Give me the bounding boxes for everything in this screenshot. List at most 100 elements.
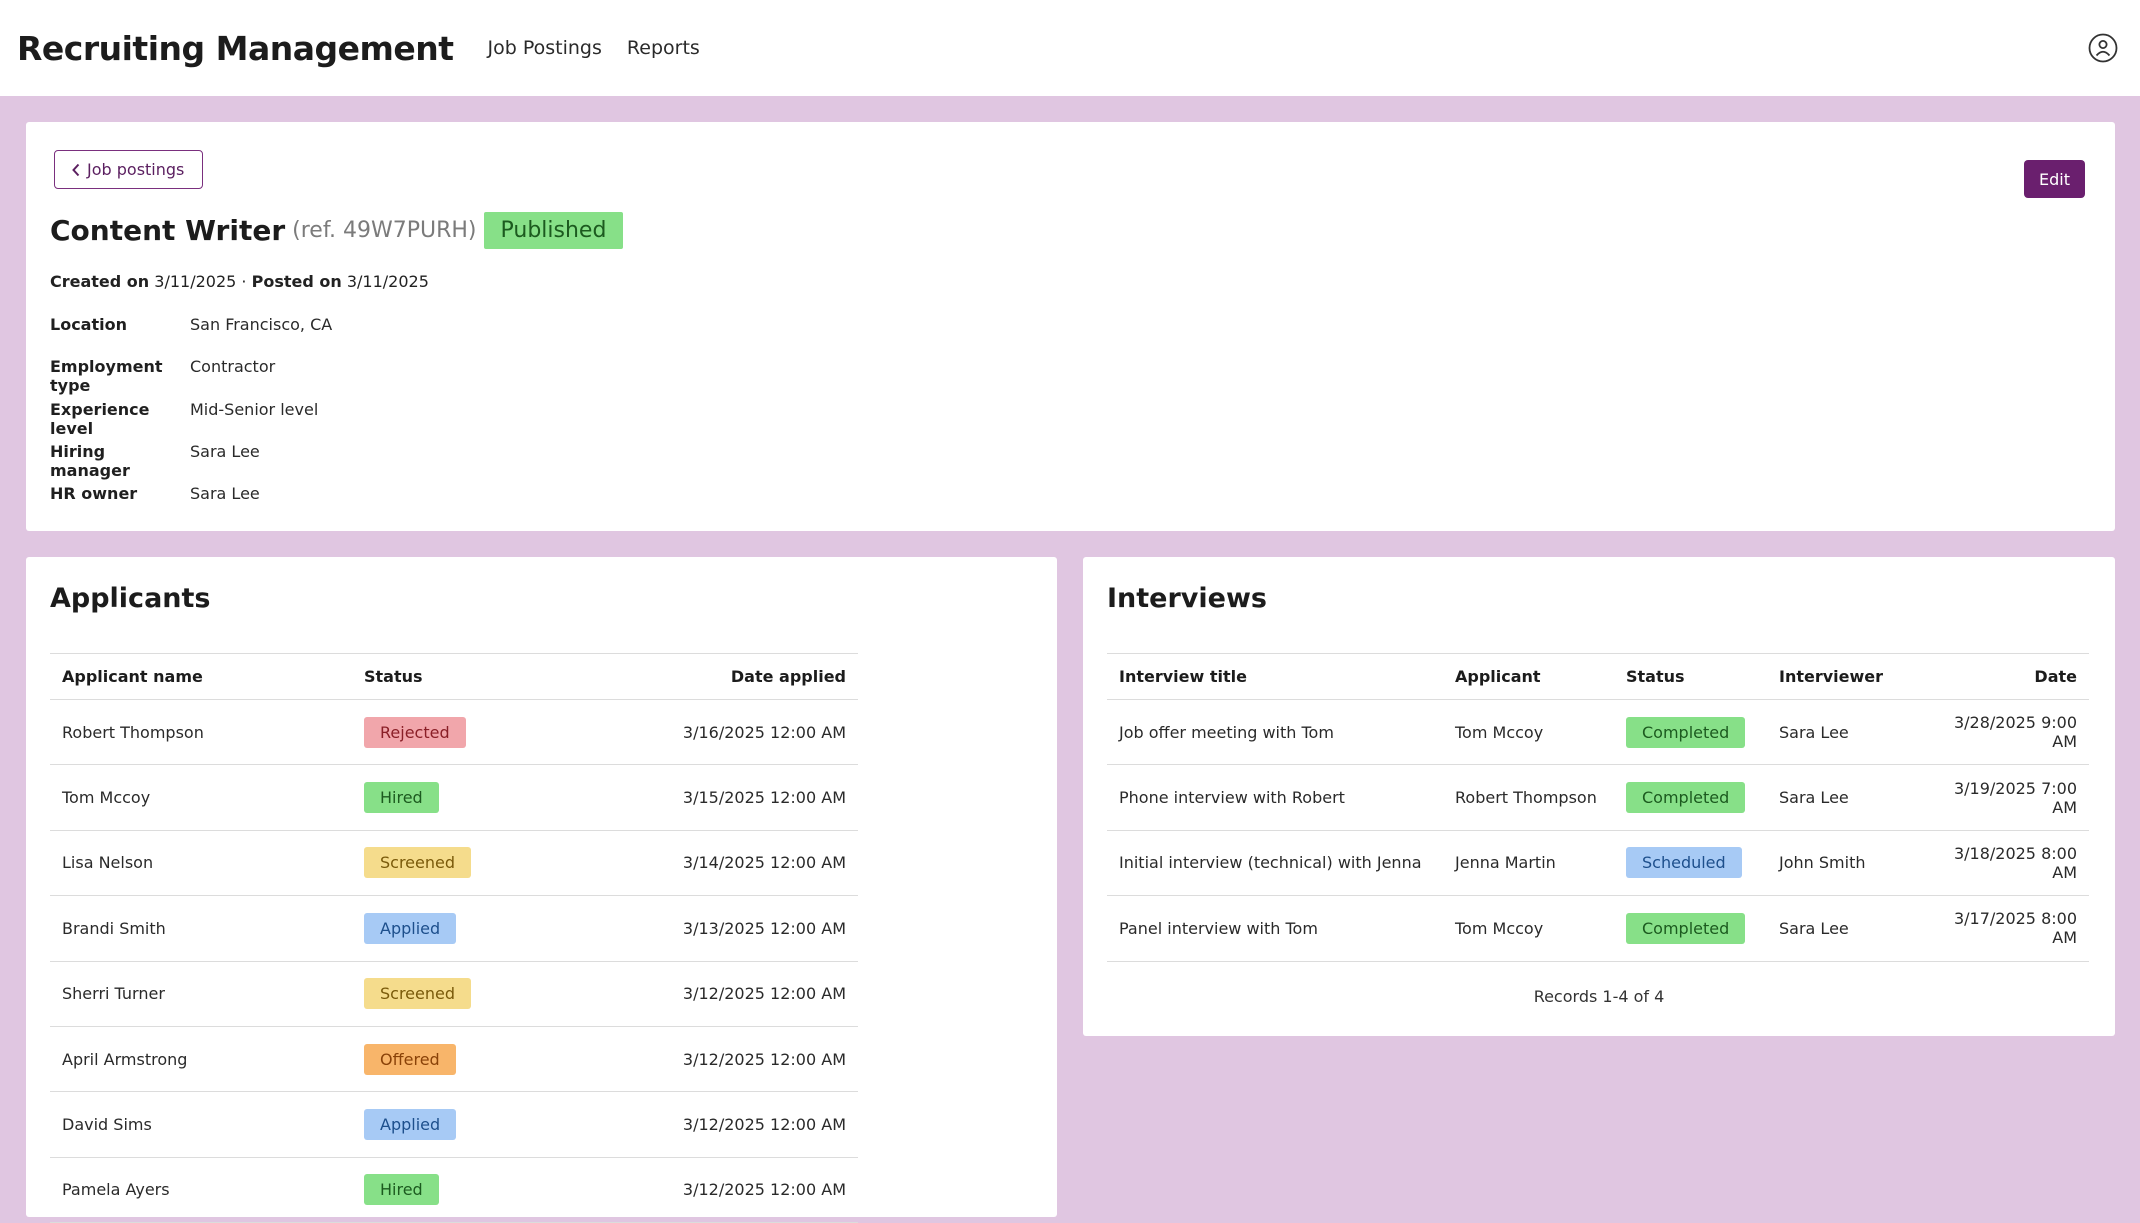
job-heading: Content Writer (ref. 49W7PURH) Published: [50, 212, 624, 249]
detail-value: Mid-Senior level: [190, 399, 319, 419]
detail-row: Experience level Mid-Senior level: [50, 400, 332, 442]
status-badge: Applied: [364, 912, 457, 944]
table-row[interactable]: Robert Thompson Rejected 3/16/2025 12:00 A…: [50, 699, 858, 766]
job-details-list: Location San Francisco, CA Employment type…: [50, 315, 332, 526]
applicant-name[interactable]: Lisa Nelson: [50, 830, 352, 897]
nav-job-postings[interactable]: Job Postings: [488, 37, 602, 59]
created-date: 3/11/2025: [154, 272, 237, 291]
date-applied: 3/16/2025 12:00 AM: [552, 699, 858, 766]
detail-label: Hiring manager: [50, 441, 130, 480]
status-badge: Screened: [364, 847, 472, 879]
detail-label: Experience level: [50, 399, 150, 438]
applicant-name[interactable]: Tom Mccoy: [50, 764, 352, 831]
table-row[interactable]: Phone interview with Robert Robert Thomps…: [1107, 764, 2089, 831]
interviews-title: Interviews: [1107, 583, 1267, 614]
posted-label: Posted on: [251, 272, 342, 291]
back-button-label: Job postings: [87, 160, 185, 179]
interview-status-cell: Completed: [1614, 764, 1767, 831]
applicant-name[interactable]: David Sims: [50, 1091, 352, 1158]
applicant-status-cell: Applied: [352, 895, 552, 962]
app-title: Recruiting Management: [17, 28, 454, 68]
table-header-row: Interview title Applicant Status Intervi…: [1107, 653, 2089, 700]
table-row[interactable]: Initial interview (technical) with Jenna…: [1107, 830, 2089, 897]
date-applied: 3/12/2025 12:00 AM: [552, 1026, 858, 1093]
detail-value: Sara Lee: [190, 441, 260, 461]
applicant-status-cell: Hired: [352, 764, 552, 831]
applicant-name[interactable]: Robert Thompson: [50, 699, 352, 766]
table-row[interactable]: April Armstrong Offered 3/12/2025 12:00 AM: [50, 1026, 858, 1093]
job-reference: (ref. 49W7PURH): [292, 218, 477, 243]
table-row[interactable]: Brandi Smith Applied 3/13/2025 12:00 AM: [50, 895, 858, 962]
status-badge: Completed: [1626, 782, 1746, 814]
column-header-interview-title[interactable]: Interview title: [1107, 653, 1443, 700]
nav-reports[interactable]: Reports: [627, 37, 700, 59]
interview-title[interactable]: Job offer meeting with Tom: [1107, 699, 1443, 766]
table-row[interactable]: Panel interview with Tom Tom Mccoy Complet…: [1107, 895, 2089, 962]
applicants-table: Applicant name Status Date applied Rober…: [50, 653, 858, 1223]
column-header-status[interactable]: Status: [352, 653, 552, 700]
back-to-job-postings-button[interactable]: Job postings: [54, 150, 204, 189]
applicant-status-cell: Screened: [352, 961, 552, 1027]
column-header-status[interactable]: Status: [1614, 653, 1767, 700]
table-row[interactable]: Job offer meeting with Tom Tom Mccoy Compl…: [1107, 699, 2089, 766]
date-separator: ·: [241, 272, 247, 291]
interview-title[interactable]: Phone interview with Robert: [1107, 764, 1443, 831]
interview-title[interactable]: Initial interview (technical) with Jenna: [1107, 830, 1443, 897]
column-header-date-applied[interactable]: Date applied: [552, 653, 858, 700]
detail-value: Contractor: [190, 357, 276, 377]
detail-label: Location: [50, 315, 127, 334]
table-row[interactable]: David Sims Applied 3/12/2025 12:00 AM: [50, 1091, 858, 1158]
applicant-name[interactable]: Sherri Turner: [50, 961, 352, 1027]
interview-date: 3/19/2025 7:00 AM: [1923, 764, 2089, 831]
detail-row: HR owner Sara Lee: [50, 484, 332, 526]
detail-value: Sara Lee: [190, 484, 260, 504]
date-applied: 3/12/2025 12:00 AM: [552, 961, 858, 1027]
interviewer: Sara Lee: [1767, 764, 1923, 831]
interviewer: Sara Lee: [1767, 699, 1923, 766]
status-badge: Applied: [364, 1109, 457, 1141]
interview-title[interactable]: Panel interview with Tom: [1107, 895, 1443, 962]
applicant-name[interactable]: April Armstrong: [50, 1026, 352, 1093]
table-row[interactable]: Sherri Turner Screened 3/12/2025 12:00 AM: [50, 961, 858, 1027]
interview-date: 3/18/2025 8:00 AM: [1923, 830, 2089, 897]
applicant-status-cell: Screened: [352, 830, 552, 897]
status-badge: Hired: [364, 782, 439, 814]
detail-label: Employment type: [50, 357, 163, 396]
interviews-card: Interviews Interview title Applicant Sta…: [1083, 557, 2115, 1036]
date-applied: 3/12/2025 12:00 AM: [552, 1157, 858, 1223]
applicant-name[interactable]: Pamela Ayers: [50, 1157, 352, 1223]
table-row[interactable]: Lisa Nelson Screened 3/14/2025 12:00 AM: [50, 830, 858, 897]
applicant-name[interactable]: Brandi Smith: [50, 895, 352, 962]
table-row[interactable]: Pamela Ayers Hired 3/12/2025 12:00 AM: [50, 1157, 858, 1223]
interviews-table: Interview title Applicant Status Intervi…: [1107, 653, 2089, 962]
status-badge: Scheduled: [1626, 847, 1742, 879]
posting-dates: Created on 3/11/2025 · Posted on 3/11/20…: [50, 272, 429, 291]
table-row[interactable]: Tom Mccoy Hired 3/15/2025 12:00 AM: [50, 764, 858, 831]
status-badge: Completed: [1626, 716, 1746, 748]
job-title: Content Writer: [50, 214, 286, 247]
created-label: Created on: [50, 272, 150, 291]
applicant-status-cell: Hired: [352, 1157, 552, 1223]
column-header-applicant-name[interactable]: Applicant name: [50, 653, 352, 700]
detail-label: HR owner: [50, 484, 138, 504]
edit-button[interactable]: Edit: [2024, 160, 2085, 198]
status-badge: Hired: [364, 1174, 439, 1206]
column-header-date[interactable]: Date: [1923, 653, 2089, 700]
user-account-icon[interactable]: [2088, 33, 2118, 63]
table-header-row: Applicant name Status Date applied: [50, 653, 858, 700]
interview-applicant: Tom Mccoy: [1443, 895, 1614, 962]
interview-applicant: Robert Thompson: [1443, 764, 1614, 831]
applicant-status-cell: Rejected: [352, 699, 552, 766]
column-header-applicant[interactable]: Applicant: [1443, 653, 1614, 700]
status-badge: Offered: [364, 1043, 456, 1075]
interview-status-cell: Scheduled: [1614, 830, 1767, 897]
date-applied: 3/14/2025 12:00 AM: [552, 830, 858, 897]
date-applied: 3/12/2025 12:00 AM: [552, 1091, 858, 1158]
status-badge: Published: [483, 212, 624, 249]
status-badge: Completed: [1626, 912, 1746, 944]
interview-status-cell: Completed: [1614, 699, 1767, 766]
records-count: Records 1-4 of 4: [1533, 987, 1665, 1006]
detail-row: Hiring manager Sara Lee: [50, 442, 332, 484]
chevron-left-icon: [72, 163, 80, 176]
column-header-interviewer[interactable]: Interviewer: [1767, 653, 1923, 700]
